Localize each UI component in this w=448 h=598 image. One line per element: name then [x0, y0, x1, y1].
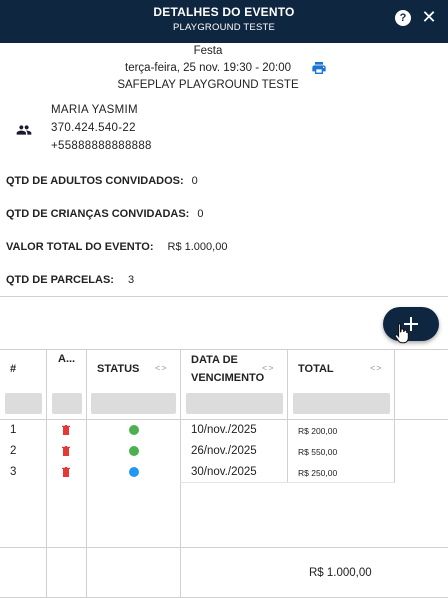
filter-due-input[interactable] — [186, 393, 283, 414]
status-sort-icon[interactable]: <> — [155, 363, 168, 373]
event-datetime: terça-feira, 25 nov. 19:30 - 20:00 — [125, 62, 291, 74]
row-3-due-date: 30/nov./2025 — [191, 466, 257, 478]
row-3-number: 3 — [10, 466, 17, 478]
table-footer-total: R$ 1.000,00 — [309, 567, 372, 579]
installments-row: QTD DE PARCELAS: 3 — [6, 274, 134, 286]
installments-label: QTD DE PARCELAS: — [6, 274, 114, 286]
row-2-total: R$ 550,00 — [298, 447, 338, 457]
due-sort-icon[interactable]: <> — [262, 363, 275, 373]
children-count-label: QTD DE CRIANÇAS CONVIDADAS: — [6, 208, 190, 220]
status-pending-icon — [129, 467, 139, 477]
trash-icon[interactable] — [62, 446, 70, 456]
event-total-row: VALOR TOTAL DO EVENTO: R$ 1.000,00 — [6, 241, 227, 253]
add-installment-button[interactable] — [383, 307, 439, 341]
client-document: 370.424.540-22 — [51, 122, 136, 134]
section-divider — [0, 296, 448, 297]
column-header-status[interactable]: STATUS — [97, 363, 139, 375]
help-icon[interactable]: ? — [395, 10, 411, 26]
print-icon[interactable] — [311, 60, 327, 76]
column-header-due-line1[interactable]: DATA DE — [191, 354, 238, 366]
people-icon — [16, 125, 32, 135]
event-venue: SAFEPLAY PLAYGROUND TESTE — [117, 79, 299, 91]
row-3-total: R$ 250,00 — [298, 468, 338, 478]
hand-cursor-icon — [394, 323, 409, 344]
client-phone: +55888888888888 — [51, 140, 152, 152]
row-1-number: 1 — [10, 424, 17, 436]
adults-count-label: QTD DE ADULTOS CONVIDADOS: — [6, 175, 184, 187]
children-count-value: 0 — [197, 208, 204, 220]
column-header-due-line2[interactable]: VENCIMENTO — [191, 372, 264, 384]
children-count-row: QTD DE CRIANÇAS CONVIDADAS: 0 — [6, 208, 203, 220]
adults-count-value: 0 — [191, 175, 198, 187]
dialog-header: DETALHES DO EVENTO PLAYGROUND TESTE ? ✕ — [0, 0, 448, 43]
event-type: Festa — [193, 45, 223, 57]
row-1-due-date: 10/nov./2025 — [191, 424, 257, 436]
filter-number-input[interactable] — [5, 393, 42, 414]
filter-actions-input[interactable] — [52, 393, 82, 414]
filter-total-input[interactable] — [293, 393, 390, 414]
column-header-actions[interactable]: A... — [58, 353, 75, 365]
event-total-label: VALOR TOTAL DO EVENTO: — [6, 241, 154, 253]
trash-icon[interactable] — [62, 467, 70, 477]
dialog-subtitle: PLAYGROUND TESTE — [172, 22, 276, 33]
column-header-total[interactable]: TOTAL — [298, 363, 334, 375]
status-paid-icon — [129, 446, 139, 456]
status-paid-icon — [129, 425, 139, 435]
row-1-total: R$ 200,00 — [298, 426, 338, 436]
total-sort-icon[interactable]: <> — [370, 363, 383, 373]
close-icon[interactable]: ✕ — [420, 8, 438, 26]
client-name: MARIA YASMIM — [51, 104, 138, 116]
row-2-due-date: 26/nov./2025 — [191, 445, 257, 457]
column-header-number[interactable]: # — [10, 363, 16, 375]
event-total-value: R$ 1.000,00 — [167, 241, 228, 253]
row-2-number: 2 — [10, 445, 17, 457]
filter-status-input[interactable] — [91, 393, 176, 414]
adults-count-row: QTD DE ADULTOS CONVIDADOS: 0 — [6, 175, 198, 187]
trash-icon[interactable] — [62, 425, 70, 435]
installments-value: 3 — [127, 274, 135, 286]
dialog-title: DETALHES DO EVENTO — [153, 5, 295, 19]
